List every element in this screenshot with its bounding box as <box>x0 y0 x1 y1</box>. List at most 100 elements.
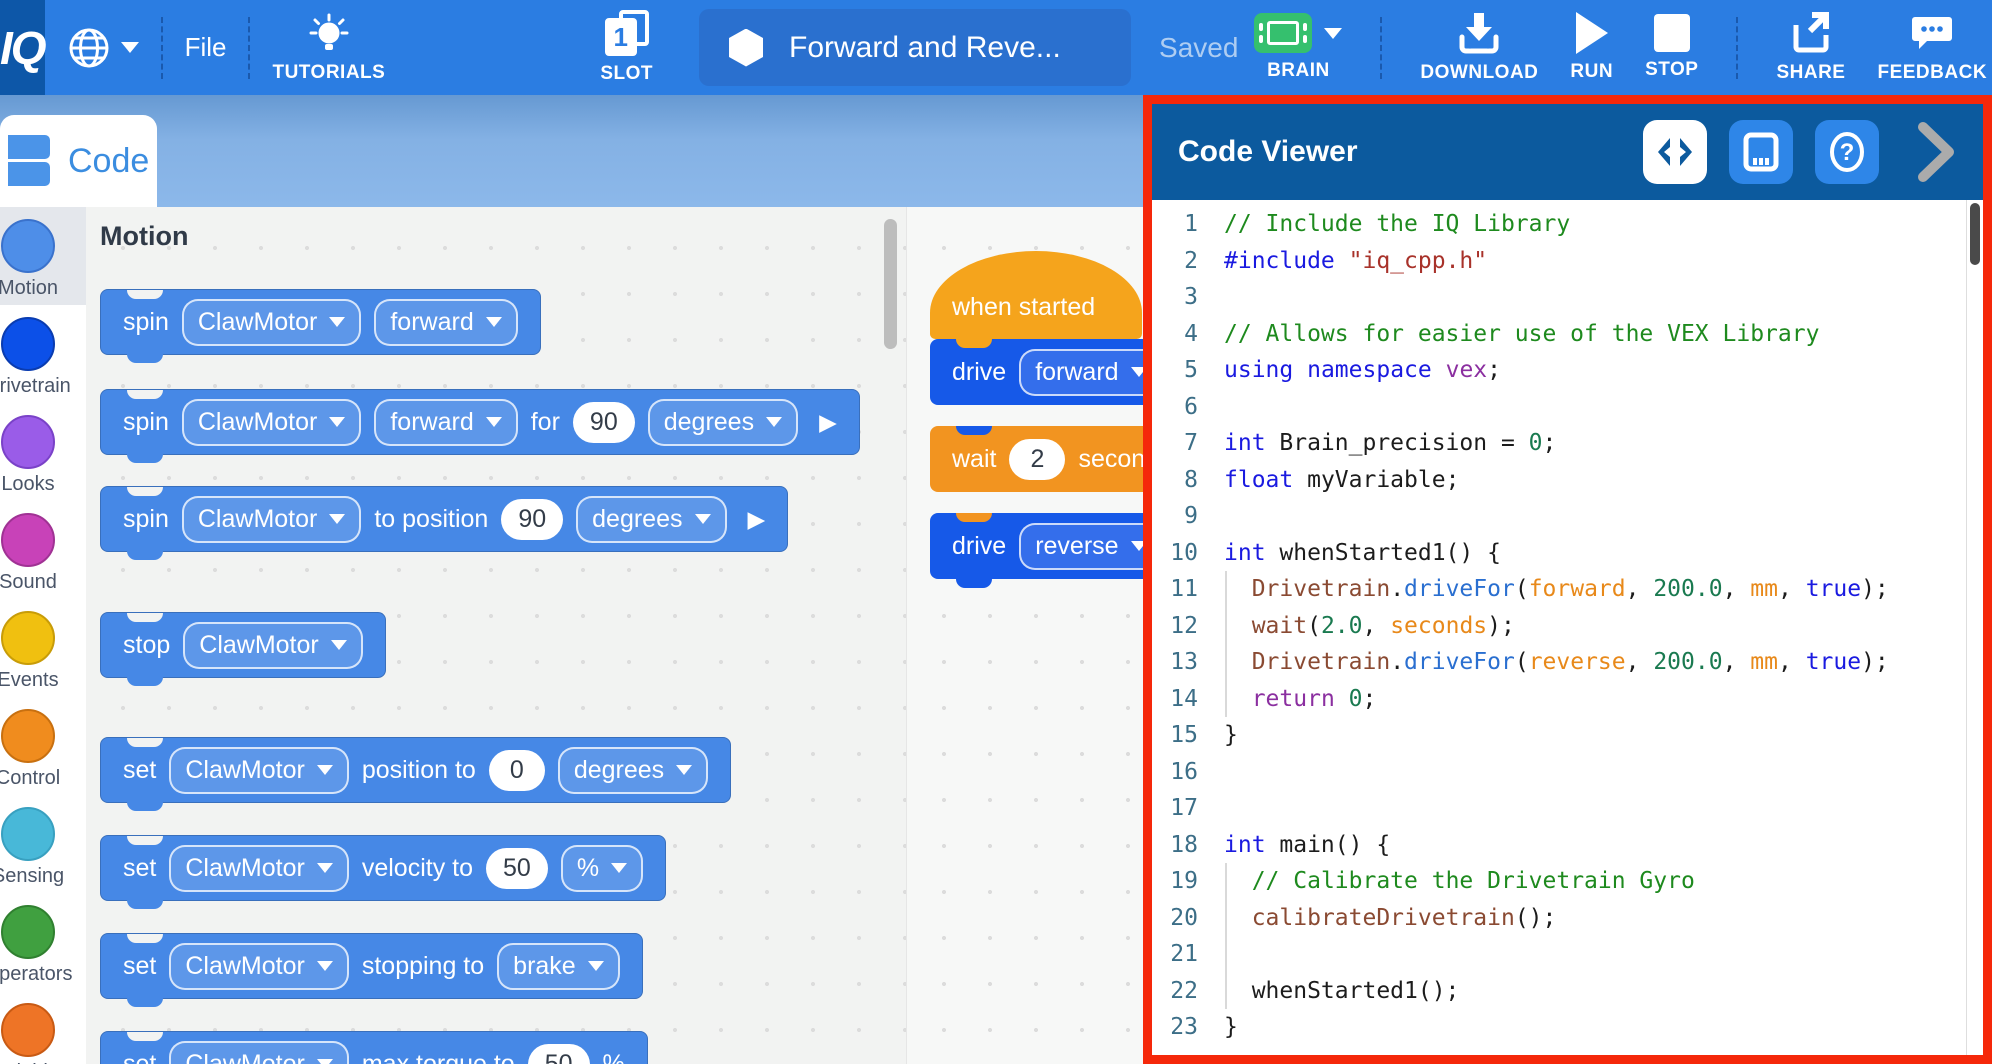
stop-button[interactable]: STOP <box>1645 0 1698 95</box>
block-dropdown-forward[interactable]: forward <box>374 399 517 446</box>
line-number: 20 <box>1152 900 1224 937</box>
line-number: 10 <box>1152 535 1224 572</box>
sidebar-item-events[interactable]: Events <box>0 599 86 697</box>
code-viewer-panel: Code Viewer <box>1143 95 1992 1064</box>
slot-number: 1 <box>605 18 637 56</box>
block-dropdown-reverse[interactable]: reverse <box>1019 523 1162 570</box>
block-dropdown-clawmotor[interactable]: ClawMotor <box>169 1041 348 1064</box>
block-label: % <box>603 1050 625 1064</box>
palette-block[interactable]: spinClawMotorforwardfor90degrees▶ <box>100 389 860 455</box>
block-dropdown-degrees[interactable]: degrees <box>648 399 798 446</box>
palette-block[interactable]: setClawMotorposition to0degrees <box>100 737 731 803</box>
slot-button[interactable]: 1 SLOT <box>600 10 653 85</box>
sidebar-item-operators[interactable]: Operators <box>0 893 86 991</box>
collapse-panel-button[interactable] <box>1917 121 1957 183</box>
category-label: Looks <box>1 473 54 496</box>
line-number: 18 <box>1152 827 1224 864</box>
chevron-down-icon <box>588 961 604 971</box>
sidebar-item-drivetrain[interactable]: Drivetrain <box>0 305 86 403</box>
brain-view-button[interactable] <box>1729 120 1793 184</box>
palette-block[interactable]: spinClawMotorforward <box>100 289 541 355</box>
sidebar-item-sensing[interactable]: Sensing <box>0 795 86 893</box>
block-number-input[interactable]: 0 <box>489 750 545 791</box>
tab-code[interactable]: Code <box>0 115 157 207</box>
block-number-input[interactable]: 2 <box>1009 439 1065 480</box>
line-number: 6 <box>1152 389 1224 426</box>
file-menu-button[interactable]: File <box>185 32 227 63</box>
block-dropdown-clawmotor[interactable]: ClawMotor <box>183 622 362 669</box>
block-dropdown-clawmotor[interactable]: ClawMotor <box>169 943 348 990</box>
code-text: whenStarted1(); <box>1224 973 1459 1010</box>
palette-block[interactable]: stopClawMotor <box>100 612 386 678</box>
palette-block[interactable]: setClawMotorstopping tobrake <box>100 933 643 999</box>
code-line: 3 <box>1152 279 1983 316</box>
block-dropdown-clawmotor[interactable]: ClawMotor <box>169 747 348 794</box>
download-button[interactable]: DOWNLOAD <box>1420 0 1538 95</box>
block-label: drive <box>952 358 1006 387</box>
dropdown-value: ClawMotor <box>199 631 318 660</box>
code-scrollbar[interactable] <box>1966 200 1983 1055</box>
slot-icon: 1 <box>605 10 649 56</box>
block-number-input[interactable]: 50 <box>528 1044 590 1064</box>
lightbulb-icon <box>305 11 353 55</box>
block-label: stopping to <box>362 952 484 981</box>
toolbar-separator <box>1380 17 1382 79</box>
run-block-icon[interactable]: ▶ <box>819 409 837 436</box>
code-line: 13 Drivetrain.driveFor(reverse, 200.0, m… <box>1152 644 1983 681</box>
dropdown-value: forward <box>1035 358 1118 387</box>
category-circle-icon <box>1 807 55 861</box>
code-text: } <box>1224 1009 1238 1046</box>
sidebar-item-looks[interactable]: Looks <box>0 403 86 501</box>
palette-block[interactable]: setClawMotorvelocity to50% <box>100 835 666 901</box>
block-label: wait <box>952 445 996 474</box>
save-status: Saved <box>1159 32 1238 64</box>
code-scrollbar-thumb[interactable] <box>1970 203 1980 265</box>
project-name: Forward and Reve... <box>789 31 1061 65</box>
block-dropdown-clawmotor[interactable]: ClawMotor <box>182 299 361 346</box>
block-label: set <box>123 756 156 785</box>
palette-block[interactable]: setClawMotormax torque to50% <box>100 1031 648 1064</box>
sidebar-item-motion[interactable]: Motion <box>0 207 86 305</box>
code-text: wait(2.0, seconds); <box>1224 608 1515 645</box>
brain-button[interactable]: BRAIN <box>1254 0 1342 95</box>
help-button[interactable]: ? <box>1815 120 1879 184</box>
block-number-input[interactable]: 90 <box>573 402 635 443</box>
run-block-icon[interactable]: ▶ <box>748 506 766 533</box>
block-number-input[interactable]: 90 <box>501 499 563 540</box>
code-text <box>1224 279 1238 316</box>
code-line: 22 whenStarted1(); <box>1152 973 1983 1010</box>
tutorials-button[interactable]: TUTORIALS <box>272 11 385 84</box>
project-name-button[interactable]: Forward and Reve... <box>699 9 1131 86</box>
run-button[interactable]: RUN <box>1570 0 1613 95</box>
feedback-button[interactable]: FEEDBACK <box>1877 0 1987 95</box>
block-dropdown-clawmotor[interactable]: ClawMotor <box>169 845 348 892</box>
block-dropdown-clawmotor[interactable]: ClawMotor <box>182 496 361 543</box>
block-label: set <box>123 854 156 883</box>
sidebar-item-control[interactable]: Control <box>0 697 86 795</box>
palette-block[interactable]: spinClawMotorto position90degrees▶ <box>100 486 788 552</box>
code-toggle-button[interactable] <box>1643 120 1707 184</box>
category-circle-icon <box>1 219 55 273</box>
code-line: 16 <box>1152 754 1983 791</box>
line-number: 12 <box>1152 608 1224 645</box>
line-number: 4 <box>1152 316 1224 353</box>
block-dropdown-brake[interactable]: brake <box>497 943 620 990</box>
block-dropdown-[interactable]: % <box>561 845 643 892</box>
language-menu-button[interactable] <box>67 26 139 70</box>
block-dropdown-clawmotor[interactable]: ClawMotor <box>182 399 361 446</box>
globe-icon <box>67 26 111 70</box>
line-number: 14 <box>1152 681 1224 718</box>
sidebar-item-variables[interactable]: Variables <box>0 991 86 1064</box>
palette-scrollbar[interactable] <box>884 219 897 349</box>
code-line: 10int whenStarted1() { <box>1152 535 1983 572</box>
share-button[interactable]: SHARE <box>1776 0 1845 95</box>
block-dropdown-forward[interactable]: forward <box>374 299 517 346</box>
block-dropdown-degrees[interactable]: degrees <box>576 496 726 543</box>
block-dropdown-forward[interactable]: forward <box>1019 349 1162 396</box>
block-number-input[interactable]: 50 <box>486 848 548 889</box>
line-number: 5 <box>1152 352 1224 389</box>
sidebar-item-sound[interactable]: Sound <box>0 501 86 599</box>
category-label: Motion <box>0 277 58 300</box>
slot-label: SLOT <box>600 63 653 85</box>
block-dropdown-degrees[interactable]: degrees <box>558 747 708 794</box>
